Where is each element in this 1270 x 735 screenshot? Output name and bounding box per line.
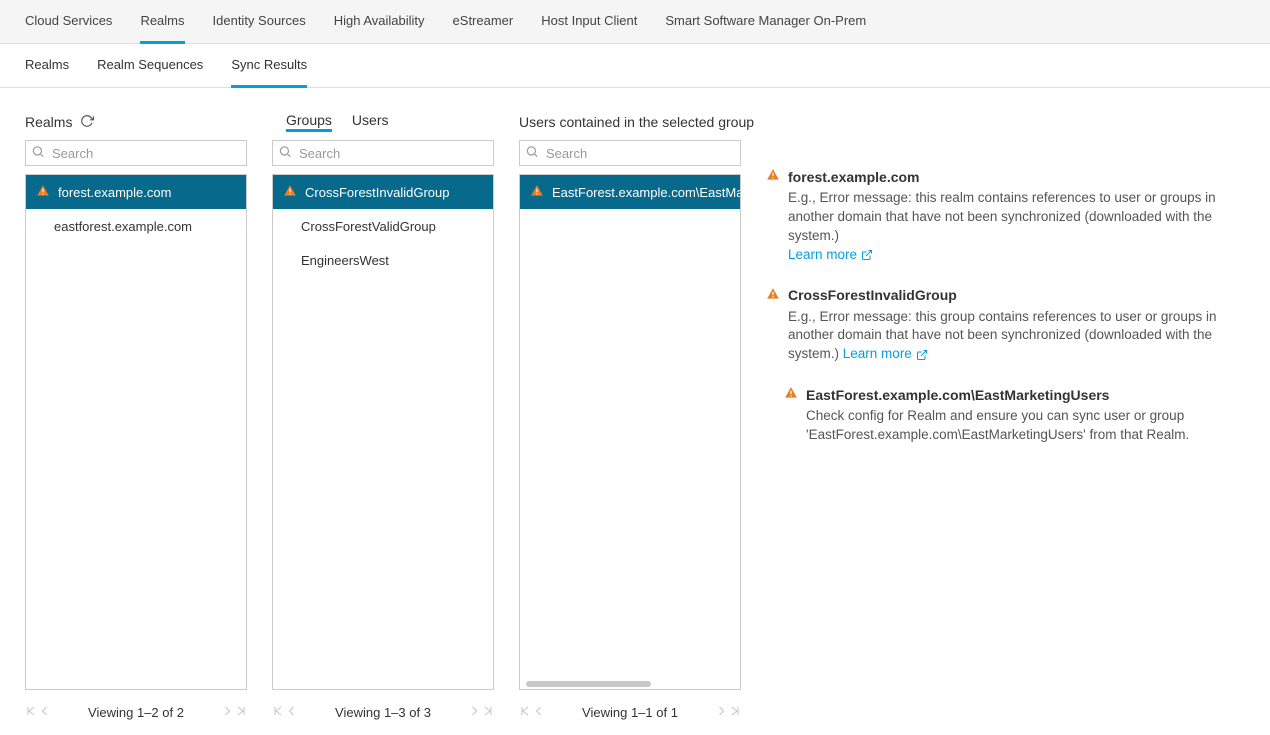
group-item-label: CrossForestInvalidGroup — [305, 185, 450, 200]
users-panel-header: Users contained in the selected group — [519, 112, 741, 132]
realms-panel-header: Realms — [25, 112, 247, 132]
subtab-sync-results[interactable]: Sync Results — [231, 44, 307, 88]
pager-first-icon[interactable] — [25, 705, 37, 720]
sub-tabs: Realms Realm Sequences Sync Results — [0, 44, 1270, 88]
info-user-title: EastForest.example.com\EastMarketingUser… — [806, 387, 1109, 403]
groups-search — [272, 140, 494, 166]
tab-smart-software-manager[interactable]: Smart Software Manager On-Prem — [665, 0, 866, 44]
pager-first-icon[interactable] — [519, 705, 531, 720]
pager-last-icon[interactable] — [729, 705, 741, 720]
tab-identity-sources[interactable]: Identity Sources — [213, 0, 306, 44]
users-panel: Users contained in the selected group Ea… — [519, 112, 741, 722]
realm-item-label: eastforest.example.com — [54, 219, 192, 234]
groups-search-input[interactable] — [272, 140, 494, 166]
group-item-label: CrossForestValidGroup — [301, 219, 436, 234]
realms-pager: Viewing 1–2 of 2 — [25, 702, 247, 722]
users-search — [519, 140, 741, 166]
warning-icon — [766, 168, 780, 185]
info-realm: forest.example.com E.g., Error message: … — [766, 168, 1245, 265]
group-item-label: EngineersWest — [301, 253, 389, 268]
realm-item[interactable]: eastforest.example.com — [26, 209, 246, 243]
pager-last-icon[interactable] — [235, 705, 247, 720]
horizontal-scrollbar[interactable] — [526, 681, 734, 687]
realms-search — [25, 140, 247, 166]
learn-more-link[interactable]: Learn more — [788, 246, 873, 265]
refresh-icon[interactable] — [80, 114, 94, 131]
info-group: CrossForestInvalidGroup E.g., Error mess… — [766, 287, 1245, 365]
groups-pager: Viewing 1–3 of 3 — [272, 702, 494, 722]
learn-more-link[interactable]: Learn more — [843, 345, 928, 364]
user-item-label: EastForest.example.com\EastMarketingUser… — [552, 185, 740, 200]
group-item[interactable]: CrossForestValidGroup — [273, 209, 493, 243]
tab-cloud-services[interactable]: Cloud Services — [25, 0, 112, 44]
tab-realms[interactable]: Realms — [140, 0, 184, 44]
pager-next-icon[interactable] — [468, 705, 480, 720]
warning-icon — [530, 184, 544, 201]
users-title: Users contained in the selected group — [519, 114, 754, 130]
info-group-body: E.g., Error message: this group contains… — [766, 308, 1245, 365]
group-item[interactable]: CrossForestInvalidGroup — [273, 175, 493, 209]
user-item[interactable]: EastForest.example.com\EastMarketingUser… — [520, 175, 740, 209]
users-list[interactable]: EastForest.example.com\EastMarketingUser… — [519, 174, 741, 690]
info-realm-title: forest.example.com — [788, 169, 920, 185]
groups-panel: Groups Users CrossForestInvalidGroup Cro… — [272, 112, 494, 722]
realms-panel: Realms forest.example.com eastforest.exa… — [25, 112, 247, 722]
pager-prev-icon[interactable] — [286, 705, 298, 720]
tab-host-input-client[interactable]: Host Input Client — [541, 0, 637, 44]
info-group-title: CrossForestInvalidGroup — [788, 287, 957, 303]
realms-title: Realms — [25, 114, 72, 130]
info-user-body: Check config for Realm and ensure you ca… — [784, 407, 1245, 445]
warning-icon — [36, 184, 50, 201]
pager-next-icon[interactable] — [221, 705, 233, 720]
warning-icon — [283, 184, 297, 201]
warning-icon — [784, 386, 798, 403]
realm-item-label: forest.example.com — [58, 185, 171, 200]
pager-first-icon[interactable] — [272, 705, 284, 720]
tab-high-availability[interactable]: High Availability — [334, 0, 425, 44]
inner-tab-groups[interactable]: Groups — [286, 112, 332, 132]
top-tabs: Cloud Services Realms Identity Sources H… — [0, 0, 1270, 44]
users-pager-text: Viewing 1–1 of 1 — [582, 705, 678, 720]
info-realm-body: E.g., Error message: this realm contains… — [766, 189, 1245, 265]
main-content: Realms forest.example.com eastforest.exa… — [0, 88, 1270, 732]
realms-list[interactable]: forest.example.com eastforest.example.co… — [25, 174, 247, 690]
warning-icon — [766, 287, 780, 304]
users-pager: Viewing 1–1 of 1 — [519, 702, 741, 722]
side-info: forest.example.com E.g., Error message: … — [766, 112, 1245, 467]
realms-search-input[interactable] — [25, 140, 247, 166]
pager-prev-icon[interactable] — [533, 705, 545, 720]
groups-panel-header: Groups Users — [272, 112, 494, 132]
groups-list[interactable]: CrossForestInvalidGroup CrossForestValid… — [272, 174, 494, 690]
realm-item[interactable]: forest.example.com — [26, 175, 246, 209]
group-item[interactable]: EngineersWest — [273, 243, 493, 277]
pager-prev-icon[interactable] — [39, 705, 51, 720]
subtab-realm-sequences[interactable]: Realm Sequences — [97, 44, 203, 88]
pager-next-icon[interactable] — [715, 705, 727, 720]
users-search-input[interactable] — [519, 140, 741, 166]
groups-pager-text: Viewing 1–3 of 3 — [335, 705, 431, 720]
subtab-realms[interactable]: Realms — [25, 44, 69, 88]
pager-last-icon[interactable] — [482, 705, 494, 720]
info-user: EastForest.example.com\EastMarketingUser… — [784, 386, 1245, 445]
inner-tab-users[interactable]: Users — [352, 112, 389, 132]
tab-estreamer[interactable]: eStreamer — [453, 0, 514, 44]
realms-pager-text: Viewing 1–2 of 2 — [88, 705, 184, 720]
